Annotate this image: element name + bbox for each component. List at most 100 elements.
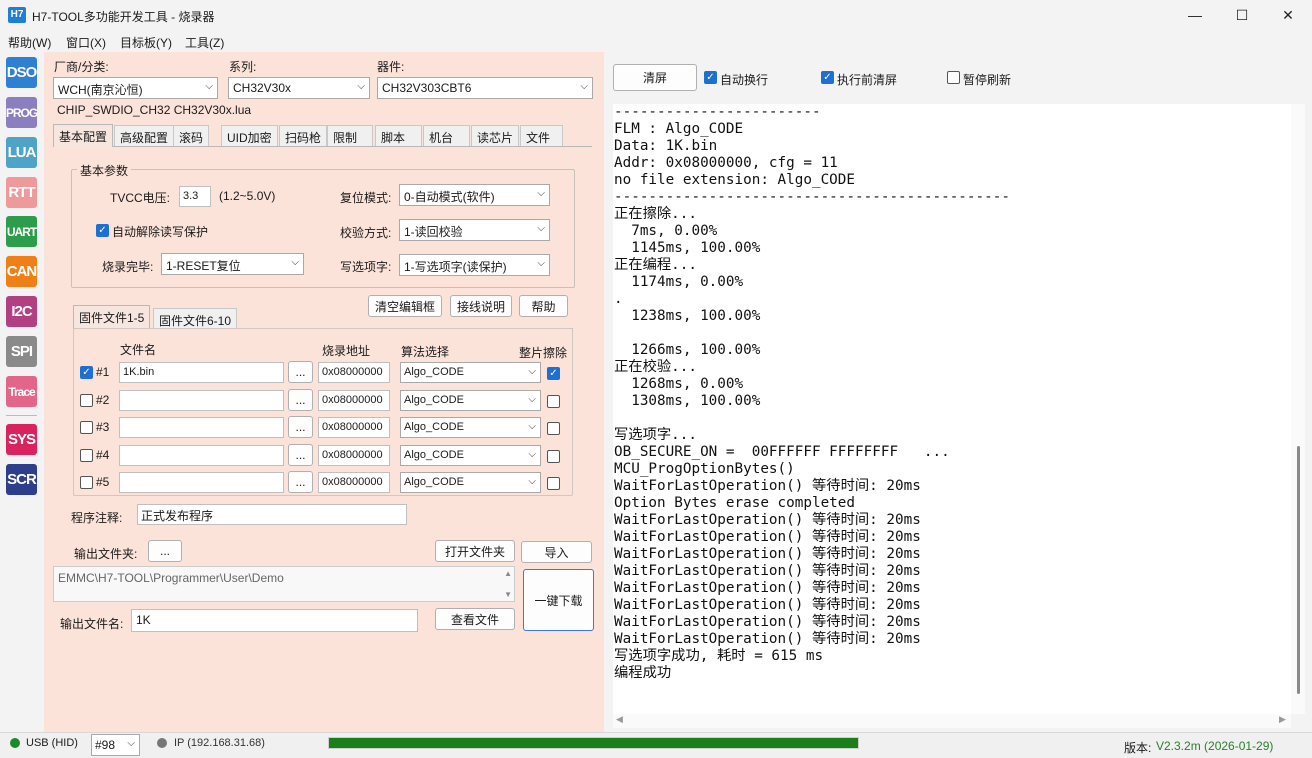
chip-erase-checkbox[interactable]: ✓	[547, 367, 560, 380]
file-enable-checkbox[interactable]	[80, 476, 93, 489]
tab-basic-config[interactable]: 基本配置	[53, 124, 114, 147]
log-scroll-thumb[interactable]	[1297, 446, 1300, 694]
series-select[interactable]: CH32V30x ⌵	[228, 77, 370, 99]
file-enable-checkbox[interactable]	[80, 394, 93, 407]
scroll-down-icon[interactable]: ▼	[504, 590, 512, 599]
option-bytes-select[interactable]: 1-写选项字(读保护) ⌵	[399, 254, 550, 276]
tab-files[interactable]: 文件	[520, 125, 563, 146]
import-button[interactable]: 导入	[521, 541, 592, 563]
output-folder-browse-button[interactable]: ...	[148, 540, 182, 562]
menu-tools[interactable]: 工具(Z)	[185, 34, 224, 51]
address-input[interactable]: 0x08000000	[318, 417, 390, 438]
wiring-guide-button[interactable]: 接线说明	[450, 295, 512, 317]
file-name-input[interactable]: 1K.bin	[119, 362, 284, 383]
tab-rolling-code[interactable]: 滚码	[173, 125, 210, 146]
vendor-select[interactable]: WCH(南京沁恒) ⌵	[53, 77, 218, 99]
chip-erase-checkbox[interactable]	[547, 395, 560, 408]
clear-screen-button[interactable]: 清屏	[613, 64, 697, 91]
option-bytes-value: 1-写选项字(读保护)	[404, 260, 507, 274]
address-input[interactable]: 0x08000000	[318, 445, 390, 466]
algorithm-select[interactable]: Algo_CODE ⌵	[400, 417, 541, 438]
tab-machine[interactable]: 机台	[423, 125, 470, 146]
auto-unlock-checkbox[interactable]: ✓	[96, 224, 109, 237]
sidebar-rtt-button[interactable]: RTT	[6, 177, 37, 208]
algorithm-select[interactable]: Algo_CODE ⌵	[400, 445, 541, 466]
device-select[interactable]: CH32V303CBT6 ⌵	[377, 77, 593, 99]
chip-erase-checkbox[interactable]	[547, 422, 560, 435]
view-file-button[interactable]: 查看文件	[435, 608, 515, 630]
log-line: WaitForLastOperation() 等待时间: 20ms	[614, 478, 921, 494]
menu-window[interactable]: 窗口(X)	[66, 34, 106, 51]
menu-help[interactable]: 帮助(W)	[8, 34, 51, 51]
log-output[interactable]: ------------------------ FLM : Algo_CODE D…	[613, 104, 1291, 714]
file-row-id: #2	[96, 393, 110, 407]
output-path-box[interactable]: EMMC\H7-TOOL\Programmer\User\Demo ▲ ▼	[53, 566, 515, 602]
sidebar-spi-button[interactable]: SPI	[6, 336, 37, 367]
sidebar-can-button[interactable]: CAN	[6, 256, 37, 287]
tab-script[interactable]: 脚本	[375, 125, 422, 146]
finish-select[interactable]: 1-RESET复位 ⌵	[161, 253, 304, 275]
file-name-input[interactable]	[119, 390, 284, 411]
auto-wrap-checkbox[interactable]: ✓	[704, 71, 717, 84]
reset-mode-select[interactable]: 0-自动模式(软件) ⌵	[399, 184, 550, 206]
file-browse-button[interactable]: ...	[288, 361, 313, 383]
sidebar-sys-button[interactable]: SYS	[6, 424, 37, 455]
ip-status-dot	[157, 738, 167, 748]
sidebar-lua-button[interactable]: LUA	[6, 137, 37, 168]
output-name-input[interactable]: 1K	[131, 609, 418, 632]
algorithm-select[interactable]: Algo_CODE ⌵	[400, 472, 541, 493]
file-browse-button[interactable]: ...	[288, 444, 313, 466]
clear-before-run-checkbox[interactable]: ✓	[821, 71, 834, 84]
file-name-input[interactable]	[119, 445, 284, 466]
pause-refresh-checkbox[interactable]	[947, 71, 960, 84]
tab-scanner[interactable]: 扫码枪	[279, 125, 328, 146]
file-browse-button[interactable]: ...	[288, 416, 313, 438]
address-input[interactable]: 0x08000000	[318, 472, 390, 493]
maximize-button[interactable]: ☐	[1219, 0, 1265, 30]
file-browse-button[interactable]: ...	[288, 471, 313, 493]
log-horizontal-scrollbar[interactable]	[613, 714, 1291, 728]
tab-uid-encrypt[interactable]: UID加密	[221, 125, 278, 146]
file-name-input[interactable]	[119, 417, 284, 438]
tab-advanced-config[interactable]: 高级配置	[114, 125, 175, 146]
tab-firmware-1-5[interactable]: 固件文件1-5	[73, 305, 151, 328]
address-input[interactable]: 0x08000000	[318, 362, 390, 383]
tvcc-range: (1.2~5.0V)	[219, 189, 276, 203]
verify-select[interactable]: 1-读回校验 ⌵	[399, 219, 550, 241]
scroll-left-icon[interactable]: ◀	[616, 714, 623, 725]
log-line: WaitForLastOperation() 等待时间: 20ms	[614, 614, 921, 630]
help-button[interactable]: 帮助	[519, 295, 568, 317]
file-browse-button[interactable]: ...	[288, 389, 313, 411]
sidebar-trace-button[interactable]: Trace	[6, 376, 37, 407]
tab-firmware-6-10[interactable]: 固件文件6-10	[153, 308, 238, 329]
sidebar-i2c-button[interactable]: I2C	[6, 296, 37, 327]
comment-input[interactable]: 正式发布程序	[137, 504, 407, 525]
scroll-up-icon[interactable]: ▲	[504, 569, 512, 578]
sidebar-prog-button[interactable]: PROG	[6, 97, 38, 128]
sidebar-dso-button[interactable]: DSO	[6, 57, 37, 88]
algorithm-select[interactable]: Algo_CODE ⌵	[400, 362, 541, 383]
algorithm-select[interactable]: Algo_CODE ⌵	[400, 390, 541, 411]
file-enable-checkbox[interactable]	[80, 449, 93, 462]
output-name-label: 输出文件名:	[60, 617, 124, 631]
one-click-download-button[interactable]: 一键下载	[523, 569, 594, 631]
file-enable-checkbox[interactable]: ✓	[80, 366, 93, 379]
comment-label: 程序注释:	[71, 511, 123, 525]
file-name-input[interactable]	[119, 472, 284, 493]
sidebar-uart-button[interactable]: UART	[6, 216, 37, 247]
tvcc-input[interactable]: 3.3	[179, 186, 211, 207]
tab-read-chip[interactable]: 读芯片	[471, 125, 519, 146]
menu-target-board[interactable]: 目标板(Y)	[120, 34, 172, 51]
sidebar-scr-button[interactable]: SCR	[6, 464, 37, 495]
address-input[interactable]: 0x08000000	[318, 390, 390, 411]
clear-edit-button[interactable]: 清空编辑框	[368, 295, 442, 317]
tab-limits[interactable]: 限制	[327, 125, 373, 146]
scroll-right-icon[interactable]: ▶	[1279, 714, 1286, 725]
file-enable-checkbox[interactable]	[80, 421, 93, 434]
close-button[interactable]: ✕	[1265, 0, 1311, 30]
chip-erase-checkbox[interactable]	[547, 450, 560, 463]
open-folder-button[interactable]: 打开文件夹	[435, 540, 515, 562]
minimize-button[interactable]: —	[1172, 0, 1218, 30]
device-number-select[interactable]: #98 ⌵	[91, 734, 140, 756]
chip-erase-checkbox[interactable]	[547, 477, 560, 490]
